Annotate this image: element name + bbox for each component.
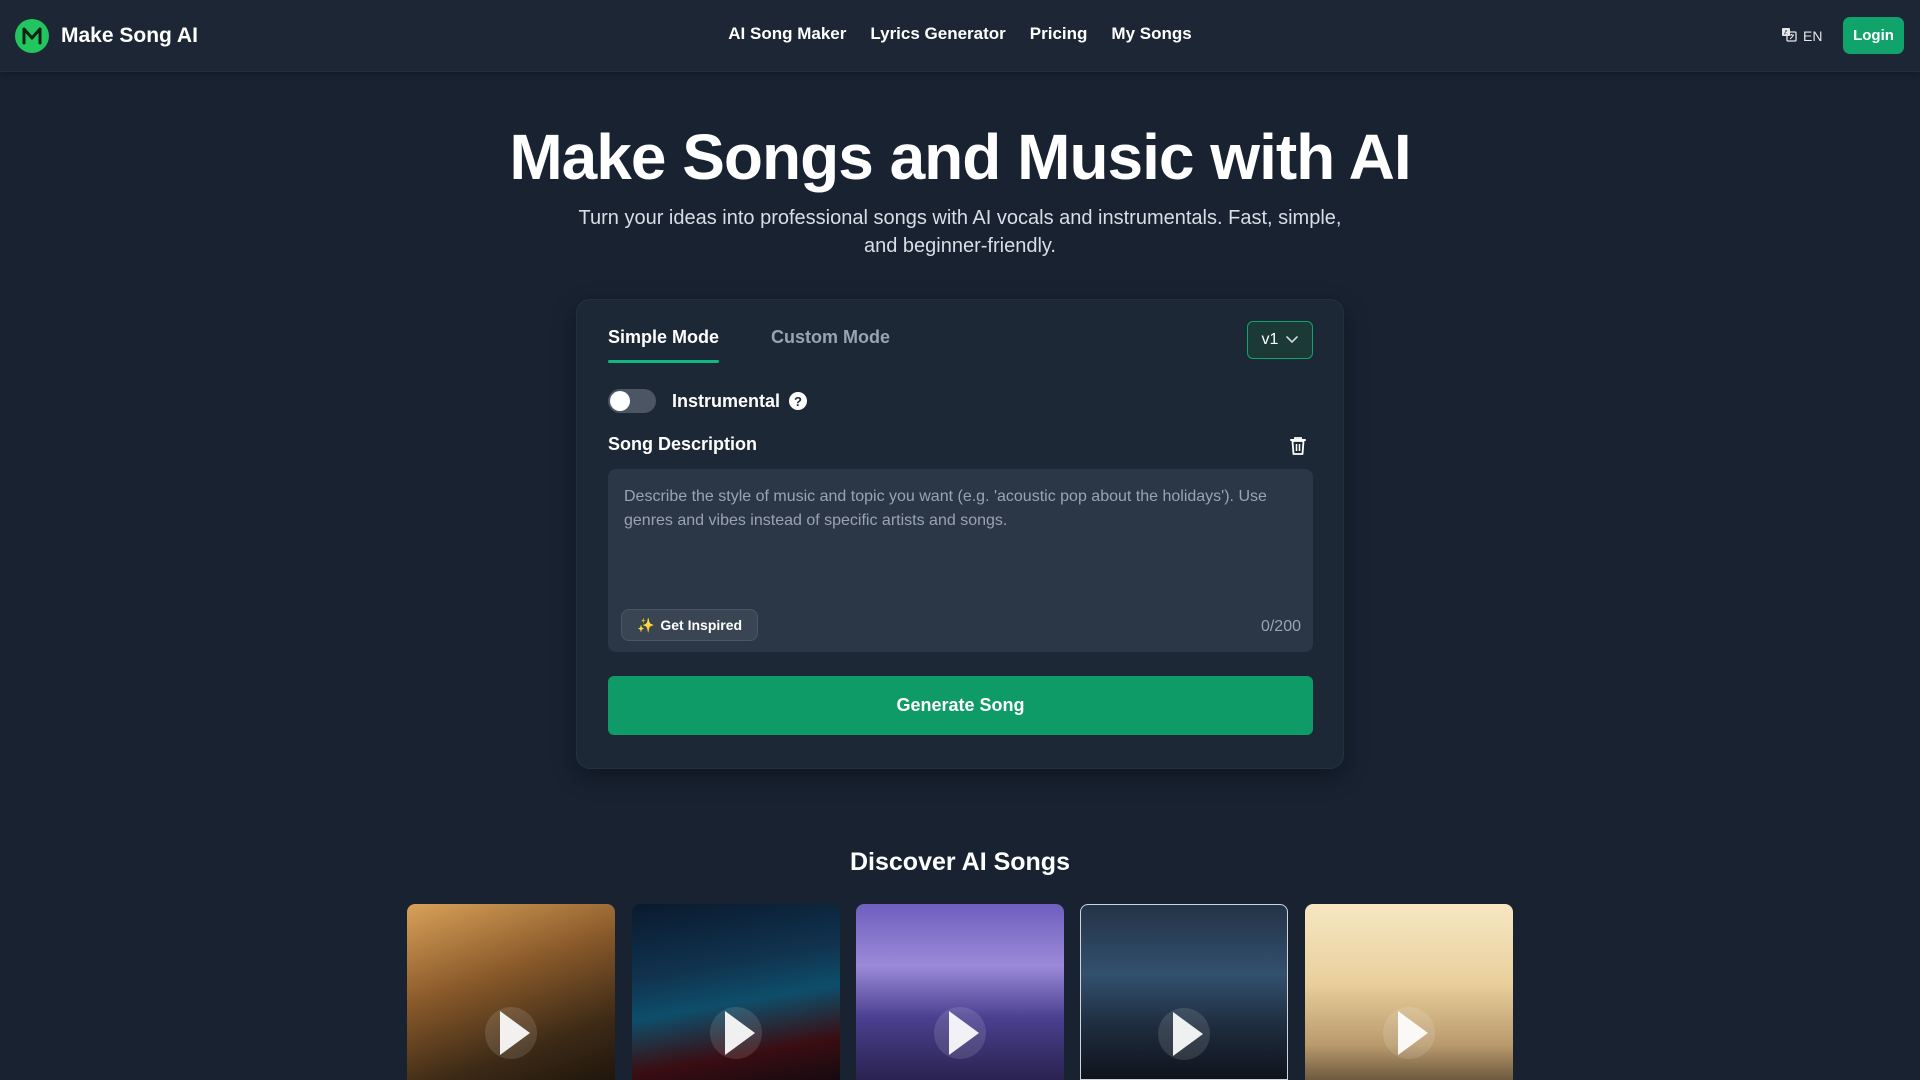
language-icon: A bbox=[1781, 26, 1797, 45]
nav-lyrics-generator[interactable]: Lyrics Generator bbox=[870, 24, 1005, 44]
song-description-label: Song Description bbox=[608, 434, 758, 454]
active-tab-indicator bbox=[608, 360, 720, 363]
tab-simple-mode-label: Simple Mode bbox=[608, 327, 720, 347]
song-card[interactable] bbox=[1305, 904, 1513, 1080]
language-selector[interactable]: A EN bbox=[1781, 26, 1822, 45]
get-inspired-button[interactable]: ✨ Get Inspired bbox=[621, 609, 758, 641]
discover-section-title: Discover AI Songs bbox=[850, 848, 1070, 876]
song-card[interactable] bbox=[632, 904, 840, 1080]
page-title: Make Songs and Music with AI bbox=[509, 121, 1411, 193]
help-icon[interactable]: ? bbox=[789, 392, 808, 410]
generate-song-button[interactable]: Generate Song bbox=[608, 676, 1313, 735]
tab-custom-mode[interactable]: Custom Mode bbox=[771, 327, 890, 348]
sparkles-icon: ✨ bbox=[636, 616, 655, 633]
model-version-select[interactable]: v1 bbox=[1247, 321, 1313, 359]
page-subtitle: Turn your ideas into professional songs … bbox=[578, 207, 1342, 257]
get-inspired-label: Get Inspired bbox=[660, 617, 743, 633]
model-version-value: v1 bbox=[1261, 331, 1279, 348]
language-code: EN bbox=[1803, 27, 1823, 44]
top-navigation-bar: Make Song AI AI Song Maker Lyrics Genera… bbox=[0, 0, 1920, 72]
nav-my-songs[interactable]: My Songs bbox=[1111, 24, 1191, 44]
login-button[interactable]: Login bbox=[1843, 17, 1904, 54]
song-description-field: ✨ Get Inspired 0/200 bbox=[608, 469, 1313, 652]
song-card[interactable] bbox=[1080, 904, 1288, 1080]
nav-pricing[interactable]: Pricing bbox=[1030, 24, 1088, 44]
instrumental-row: Instrumental ? bbox=[608, 389, 808, 413]
song-card[interactable] bbox=[407, 904, 615, 1080]
play-icon[interactable] bbox=[1158, 1008, 1210, 1060]
play-icon[interactable] bbox=[485, 1007, 537, 1059]
toggle-knob bbox=[610, 391, 630, 411]
main-nav: AI Song Maker Lyrics Generator Pricing M… bbox=[0, 24, 1920, 44]
song-card[interactable] bbox=[856, 904, 1064, 1080]
play-icon[interactable] bbox=[1383, 1007, 1435, 1059]
tab-simple-mode[interactable]: Simple Mode bbox=[608, 327, 720, 363]
character-counter: 0/200 bbox=[1260, 618, 1301, 635]
chevron-down-icon bbox=[1286, 331, 1299, 349]
play-icon[interactable] bbox=[934, 1007, 986, 1059]
nav-ai-song-maker[interactable]: AI Song Maker bbox=[728, 24, 846, 44]
instrumental-label: Instrumental bbox=[672, 390, 781, 411]
play-icon[interactable] bbox=[710, 1007, 762, 1059]
instrumental-toggle[interactable] bbox=[608, 389, 656, 413]
song-generator-card: Simple Mode Custom Mode v1 Instrumental … bbox=[576, 299, 1344, 769]
trash-icon[interactable] bbox=[1289, 436, 1307, 456]
tab-custom-mode-label: Custom Mode bbox=[771, 327, 890, 347]
